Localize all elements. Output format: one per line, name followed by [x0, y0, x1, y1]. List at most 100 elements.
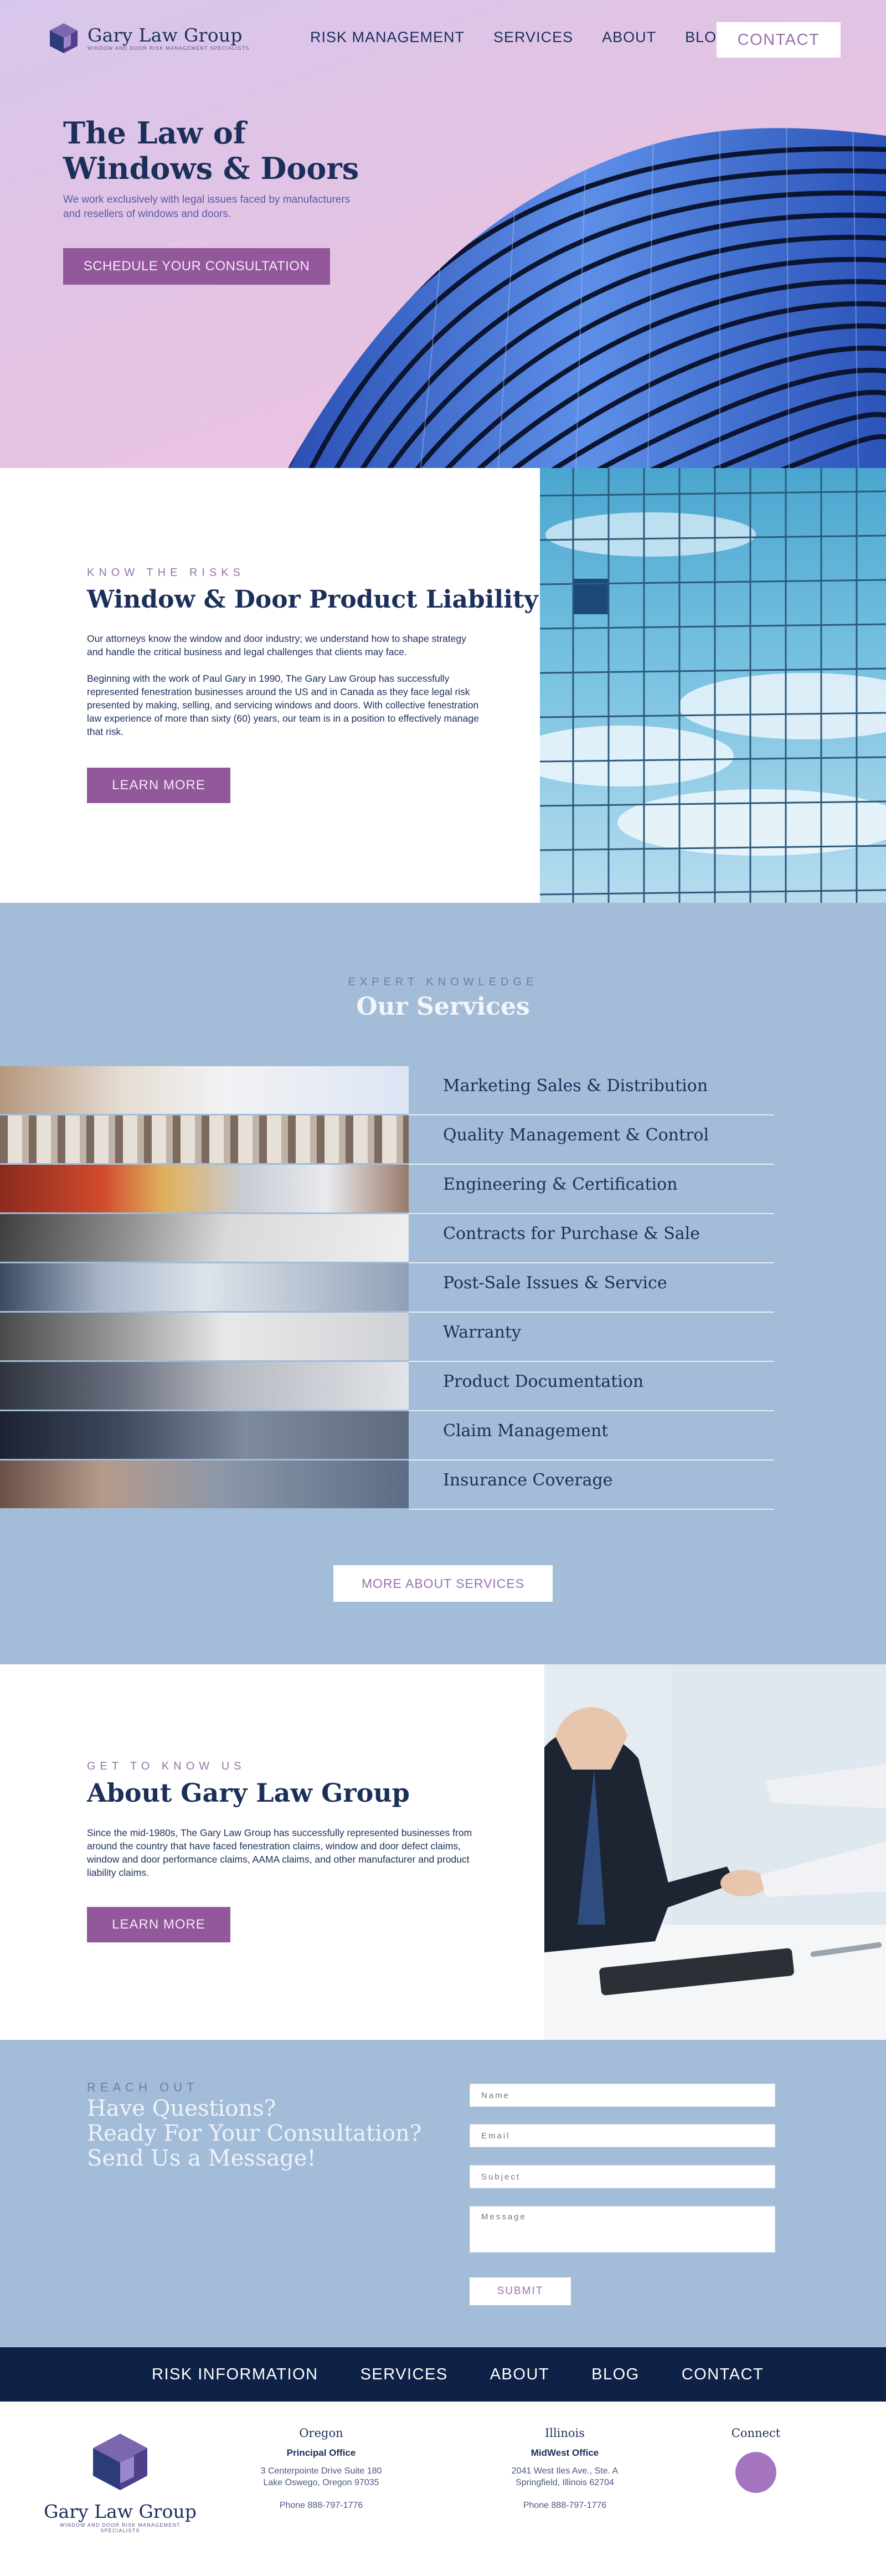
- footer: Gary Law Group Window and Door Risk Mana…: [0, 2402, 886, 2576]
- name-input[interactable]: [470, 2084, 775, 2106]
- service-row-claims[interactable]: Claim Management: [0, 1411, 775, 1461]
- about-eyebrow: GET TO KNOW US: [87, 1760, 246, 1772]
- footer-nav-services[interactable]: SERVICES: [360, 2366, 448, 2384]
- brand-tagline: Window and Door Risk Management Speciali…: [87, 45, 250, 51]
- connect-label: Connect: [731, 2426, 781, 2440]
- service-row-post-sale[interactable]: Post-Sale Issues & Service: [0, 1263, 775, 1313]
- risks-title: Window & Door Product Liability: [87, 585, 538, 614]
- risks-paragraph-1: Our attorneys know the window and door i…: [87, 633, 466, 657]
- service-label: Post-Sale Issues & Service: [443, 1273, 667, 1293]
- footer-logo[interactable]: Gary Law Group Window and Door Risk Mana…: [40, 2431, 200, 2533]
- brand-name: Gary Law Group: [87, 24, 243, 46]
- submit-button[interactable]: SUBMIT: [470, 2277, 571, 2305]
- risks-paragraph-2: Beginning with the work of Paul Gary in …: [87, 673, 479, 737]
- schedule-consultation-button[interactable]: SCHEDULE YOUR CONSULTATION: [63, 248, 330, 285]
- contact-button[interactable]: CONTACT: [717, 22, 841, 58]
- about-section: GET TO KNOW US About Gary Law Group Sinc…: [0, 1664, 886, 2040]
- reach-heading: Have Questions? Ready For Your Consultat…: [87, 2096, 421, 2171]
- illinois-office: Illinois MidWest Office 2041 West Iles A…: [482, 2426, 648, 2511]
- service-label: Insurance Coverage: [443, 1470, 613, 1490]
- illinois-address-2: Springfield, Illinois 62704: [516, 2478, 614, 2487]
- service-thumb-image: [0, 1362, 409, 1410]
- risks-section: KNOW THE RISKS Window & Door Product Lia…: [0, 468, 886, 903]
- service-row-quality[interactable]: Quality Management & Control: [0, 1115, 775, 1165]
- illinois-address-1: 2041 West Iles Ave., Ste. A: [511, 2466, 619, 2476]
- oregon-address-2: Lake Oswego, Oregon 97035: [263, 2478, 379, 2487]
- footer-nav-blog[interactable]: BLOG: [591, 2366, 640, 2384]
- service-label: Claim Management: [443, 1421, 609, 1441]
- email-field[interactable]: [470, 2124, 775, 2147]
- nav-services[interactable]: SERVICES: [493, 29, 573, 46]
- service-row-warranty[interactable]: Warranty: [0, 1313, 775, 1362]
- services-title: Our Services: [356, 993, 530, 1021]
- nav-about[interactable]: ABOUT: [602, 29, 656, 46]
- oregon-office-title: Principal Office: [286, 2448, 356, 2458]
- reach-line-1: Have Questions?: [87, 2096, 276, 2121]
- social-icon[interactable]: [735, 2452, 776, 2493]
- hero-section: Gary Law Group Window and Door Risk Mana…: [0, 0, 886, 468]
- hero-title-line2: Windows & Doors: [63, 151, 359, 186]
- illinois-phone[interactable]: Phone 888-797-1776: [482, 2501, 648, 2511]
- service-row-insurance[interactable]: Insurance Coverage: [0, 1461, 775, 1510]
- cube-logo-icon: [50, 23, 78, 53]
- footer-brand-name: Gary Law Group: [44, 2501, 197, 2522]
- illinois-office-title: MidWest Office: [530, 2448, 599, 2458]
- service-thumb-image: [0, 1165, 409, 1212]
- service-label: Engineering & Certification: [443, 1175, 678, 1194]
- glass-facade-image: [540, 468, 886, 903]
- brand-logo[interactable]: Gary Law Group Window and Door Risk Mana…: [47, 21, 249, 55]
- nav-risk-management[interactable]: RISK MANAGEMENT: [310, 29, 465, 46]
- curved-building-image: [288, 128, 886, 468]
- top-navigation: Gary Law Group Window and Door Risk Mana…: [0, 0, 886, 78]
- more-about-services-button[interactable]: MORE ABOUT SERVICES: [333, 1565, 553, 1602]
- footer-nav-about[interactable]: ABOUT: [490, 2366, 549, 2384]
- illinois-state: Illinois: [544, 2426, 585, 2440]
- divider: [409, 1509, 774, 1510]
- contact-section: REACH OUT Have Questions? Ready For Your…: [0, 2040, 886, 2347]
- footer-navigation: RISK INFORMATION SERVICES ABOUT BLOG CON…: [0, 2347, 886, 2402]
- handshake-image: [544, 1664, 886, 2040]
- service-thumb-image: [0, 1066, 409, 1114]
- nav-links: RISK MANAGEMENT SERVICES ABOUT BLOG: [310, 29, 758, 46]
- footer-nav-risk-information[interactable]: RISK INFORMATION: [152, 2366, 318, 2384]
- hero-title: The Law of Windows & Doors: [63, 115, 359, 186]
- service-thumb-image: [0, 1115, 409, 1163]
- services-section: EXPERT KNOWLEDGE Our Services Marketing …: [0, 903, 886, 1664]
- risks-learn-more-button[interactable]: LEARN MORE: [87, 768, 230, 803]
- service-row-engineering[interactable]: Engineering & Certification: [0, 1165, 775, 1214]
- about-learn-more-button[interactable]: LEARN MORE: [87, 1907, 230, 1942]
- service-label: Product Documentation: [443, 1372, 644, 1391]
- hero-title-line1: The Law of: [63, 115, 246, 151]
- message-input[interactable]: [470, 2207, 775, 2252]
- about-body: Since the mid-1980s, The Gary Law Group …: [87, 1827, 472, 1878]
- footer-brand-tagline: Window and Door Risk Management Speciali…: [60, 2522, 181, 2533]
- risks-eyebrow: KNOW THE RISKS: [87, 567, 245, 579]
- reach-line-3: Send Us a Message!: [87, 2146, 316, 2171]
- service-thumb-image: [0, 1461, 409, 1508]
- subject-input[interactable]: [470, 2166, 775, 2188]
- reach-line-2: Ready For Your Consultation?: [87, 2121, 422, 2146]
- message-field[interactable]: [470, 2206, 775, 2253]
- connect-block: Connect: [700, 2426, 811, 2493]
- about-title: About Gary Law Group: [87, 1778, 410, 1808]
- footer-nav-contact[interactable]: CONTACT: [682, 2366, 764, 2384]
- services-eyebrow: EXPERT KNOWLEDGE: [348, 976, 538, 988]
- service-thumb-image: [0, 1263, 409, 1311]
- service-row-marketing[interactable]: Marketing Sales & Distribution: [0, 1066, 775, 1115]
- cube-logo-icon: [93, 2434, 147, 2490]
- oregon-office: Oregon Principal Office 3 Centerpointe D…: [238, 2426, 404, 2511]
- service-label: Marketing Sales & Distribution: [443, 1076, 708, 1096]
- hero-subtitle: We work exclusively with legal issues fa…: [63, 194, 351, 220]
- name-field[interactable]: [470, 2084, 775, 2107]
- email-input[interactable]: [470, 2125, 775, 2147]
- service-thumb-image: [0, 1214, 409, 1262]
- service-row-documentation[interactable]: Product Documentation: [0, 1362, 775, 1411]
- oregon-state: Oregon: [299, 2426, 343, 2440]
- service-thumb-image: [0, 1313, 409, 1360]
- service-thumb-image: [0, 1411, 409, 1459]
- reach-eyebrow: REACH OUT: [87, 2080, 199, 2094]
- oregon-phone[interactable]: Phone 888-797-1776: [238, 2501, 404, 2511]
- oregon-address-1: 3 Centerpointe Drive Suite 180: [260, 2466, 382, 2476]
- service-row-contracts[interactable]: Contracts for Purchase & Sale: [0, 1214, 775, 1263]
- subject-field[interactable]: [470, 2165, 775, 2188]
